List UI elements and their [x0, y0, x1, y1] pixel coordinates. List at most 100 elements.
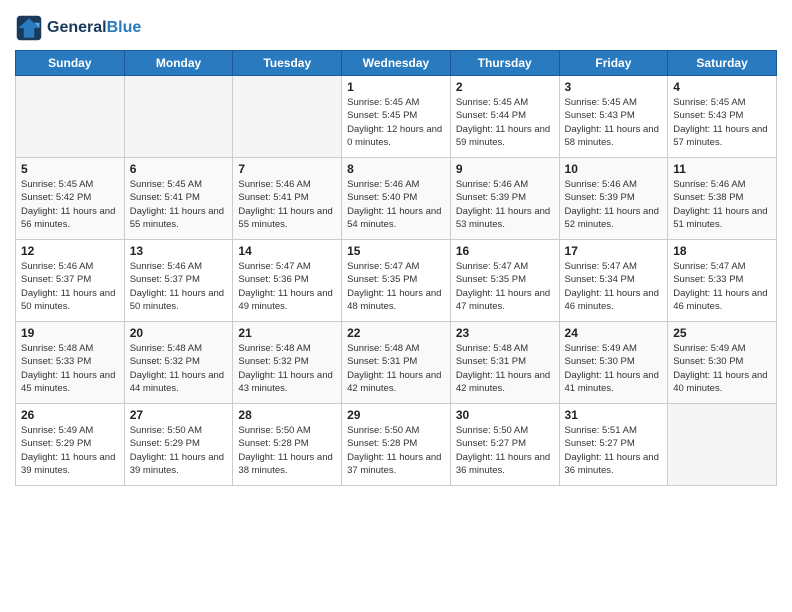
calendar-cell: 4 Sunrise: 5:45 AMSunset: 5:43 PMDaylight…	[668, 76, 777, 158]
calendar-cell: 2 Sunrise: 5:45 AMSunset: 5:44 PMDaylight…	[450, 76, 559, 158]
day-detail: Sunrise: 5:47 AMSunset: 5:35 PMDaylight:…	[347, 260, 445, 313]
day-number: 24	[565, 326, 663, 340]
calendar-week-2: 12 Sunrise: 5:46 AMSunset: 5:37 PMDayligh…	[16, 240, 777, 322]
day-detail: Sunrise: 5:45 AMSunset: 5:44 PMDaylight:…	[456, 96, 554, 149]
day-number: 11	[673, 162, 771, 176]
calendar-cell: 29 Sunrise: 5:50 AMSunset: 5:28 PMDayligh…	[342, 404, 451, 486]
day-detail: Sunrise: 5:45 AMSunset: 5:43 PMDaylight:…	[673, 96, 771, 149]
day-number: 8	[347, 162, 445, 176]
calendar-cell	[124, 76, 233, 158]
day-detail: Sunrise: 5:46 AMSunset: 5:37 PMDaylight:…	[21, 260, 119, 313]
weekday-header-saturday: Saturday	[668, 51, 777, 76]
day-number: 19	[21, 326, 119, 340]
logo: GeneralBlue	[15, 14, 141, 42]
calendar-cell: 11 Sunrise: 5:46 AMSunset: 5:38 PMDayligh…	[668, 158, 777, 240]
day-number: 4	[673, 80, 771, 94]
day-number: 17	[565, 244, 663, 258]
calendar-cell: 27 Sunrise: 5:50 AMSunset: 5:29 PMDayligh…	[124, 404, 233, 486]
day-detail: Sunrise: 5:51 AMSunset: 5:27 PMDaylight:…	[565, 424, 663, 477]
day-number: 1	[347, 80, 445, 94]
day-detail: Sunrise: 5:50 AMSunset: 5:28 PMDaylight:…	[347, 424, 445, 477]
weekday-header-thursday: Thursday	[450, 51, 559, 76]
calendar-cell: 21 Sunrise: 5:48 AMSunset: 5:32 PMDayligh…	[233, 322, 342, 404]
weekday-header-sunday: Sunday	[16, 51, 125, 76]
calendar-table: SundayMondayTuesdayWednesdayThursdayFrid…	[15, 50, 777, 486]
day-number: 26	[21, 408, 119, 422]
logo-text: GeneralBlue	[47, 18, 141, 37]
day-number: 6	[130, 162, 228, 176]
day-number: 10	[565, 162, 663, 176]
day-detail: Sunrise: 5:48 AMSunset: 5:31 PMDaylight:…	[456, 342, 554, 395]
calendar-cell: 23Sunrise: 5:48 AMSunset: 5:31 PMDayligh…	[450, 322, 559, 404]
main-container: GeneralBlue SundayMondayTuesdayWednesday…	[0, 0, 792, 491]
calendar-cell: 12 Sunrise: 5:46 AMSunset: 5:37 PMDayligh…	[16, 240, 125, 322]
day-number: 12	[21, 244, 119, 258]
calendar-cell: 1 Sunrise: 5:45 AMSunset: 5:45 PMDaylight…	[342, 76, 451, 158]
calendar-cell: 22Sunrise: 5:48 AMSunset: 5:31 PMDayligh…	[342, 322, 451, 404]
calendar-cell: 10 Sunrise: 5:46 AMSunset: 5:39 PMDayligh…	[559, 158, 668, 240]
calendar-cell: 9 Sunrise: 5:46 AMSunset: 5:39 PMDaylight…	[450, 158, 559, 240]
day-detail: Sunrise: 5:50 AMSunset: 5:29 PMDaylight:…	[130, 424, 228, 477]
day-detail: Sunrise: 5:45 AMSunset: 5:45 PMDaylight:…	[347, 96, 445, 149]
calendar-cell: 18 Sunrise: 5:47 AMSunset: 5:33 PMDayligh…	[668, 240, 777, 322]
calendar-cell: 25 Sunrise: 5:49 AMSunset: 5:30 PMDayligh…	[668, 322, 777, 404]
weekday-header-row: SundayMondayTuesdayWednesdayThursdayFrid…	[16, 51, 777, 76]
day-number: 3	[565, 80, 663, 94]
day-detail: Sunrise: 5:47 AMSunset: 5:33 PMDaylight:…	[673, 260, 771, 313]
header: GeneralBlue	[15, 10, 777, 42]
calendar-cell: 19 Sunrise: 5:48 AMSunset: 5:33 PMDayligh…	[16, 322, 125, 404]
day-number: 20	[130, 326, 228, 340]
day-number: 2	[456, 80, 554, 94]
calendar-cell: 16 Sunrise: 5:47 AMSunset: 5:35 PMDayligh…	[450, 240, 559, 322]
day-number: 9	[456, 162, 554, 176]
calendar-cell	[16, 76, 125, 158]
day-detail: Sunrise: 5:50 AMSunset: 5:28 PMDaylight:…	[238, 424, 336, 477]
calendar-week-3: 19 Sunrise: 5:48 AMSunset: 5:33 PMDayligh…	[16, 322, 777, 404]
day-detail: Sunrise: 5:47 AMSunset: 5:35 PMDaylight:…	[456, 260, 554, 313]
calendar-cell: 7 Sunrise: 5:46 AMSunset: 5:41 PMDaylight…	[233, 158, 342, 240]
calendar-cell	[233, 76, 342, 158]
day-number: 28	[238, 408, 336, 422]
day-detail: Sunrise: 5:48 AMSunset: 5:31 PMDaylight:…	[347, 342, 445, 395]
calendar-cell: 26Sunrise: 5:49 AMSunset: 5:29 PMDayligh…	[16, 404, 125, 486]
day-number: 5	[21, 162, 119, 176]
weekday-header-monday: Monday	[124, 51, 233, 76]
day-detail: Sunrise: 5:45 AMSunset: 5:43 PMDaylight:…	[565, 96, 663, 149]
day-detail: Sunrise: 5:46 AMSunset: 5:37 PMDaylight:…	[130, 260, 228, 313]
day-detail: Sunrise: 5:45 AMSunset: 5:42 PMDaylight:…	[21, 178, 119, 231]
day-detail: Sunrise: 5:46 AMSunset: 5:38 PMDaylight:…	[673, 178, 771, 231]
day-detail: Sunrise: 5:46 AMSunset: 5:39 PMDaylight:…	[565, 178, 663, 231]
weekday-header-tuesday: Tuesday	[233, 51, 342, 76]
day-detail: Sunrise: 5:47 AMSunset: 5:36 PMDaylight:…	[238, 260, 336, 313]
day-number: 21	[238, 326, 336, 340]
day-number: 27	[130, 408, 228, 422]
day-number: 25	[673, 326, 771, 340]
calendar-cell: 5 Sunrise: 5:45 AMSunset: 5:42 PMDaylight…	[16, 158, 125, 240]
day-detail: Sunrise: 5:49 AMSunset: 5:30 PMDaylight:…	[565, 342, 663, 395]
weekday-header-friday: Friday	[559, 51, 668, 76]
day-detail: Sunrise: 5:49 AMSunset: 5:30 PMDaylight:…	[673, 342, 771, 395]
day-detail: Sunrise: 5:48 AMSunset: 5:33 PMDaylight:…	[21, 342, 119, 395]
calendar-cell: 15Sunrise: 5:47 AMSunset: 5:35 PMDayligh…	[342, 240, 451, 322]
day-detail: Sunrise: 5:46 AMSunset: 5:41 PMDaylight:…	[238, 178, 336, 231]
day-detail: Sunrise: 5:50 AMSunset: 5:27 PMDaylight:…	[456, 424, 554, 477]
day-detail: Sunrise: 5:46 AMSunset: 5:40 PMDaylight:…	[347, 178, 445, 231]
calendar-cell: 20Sunrise: 5:48 AMSunset: 5:32 PMDayligh…	[124, 322, 233, 404]
calendar-cell: 3 Sunrise: 5:45 AMSunset: 5:43 PMDaylight…	[559, 76, 668, 158]
day-number: 16	[456, 244, 554, 258]
day-number: 7	[238, 162, 336, 176]
calendar-cell: 30Sunrise: 5:50 AMSunset: 5:27 PMDayligh…	[450, 404, 559, 486]
calendar-cell: 14 Sunrise: 5:47 AMSunset: 5:36 PMDayligh…	[233, 240, 342, 322]
day-number: 18	[673, 244, 771, 258]
weekday-header-wednesday: Wednesday	[342, 51, 451, 76]
day-detail: Sunrise: 5:45 AMSunset: 5:41 PMDaylight:…	[130, 178, 228, 231]
day-detail: Sunrise: 5:46 AMSunset: 5:39 PMDaylight:…	[456, 178, 554, 231]
day-detail: Sunrise: 5:48 AMSunset: 5:32 PMDaylight:…	[238, 342, 336, 395]
calendar-cell: 6 Sunrise: 5:45 AMSunset: 5:41 PMDaylight…	[124, 158, 233, 240]
day-detail: Sunrise: 5:47 AMSunset: 5:34 PMDaylight:…	[565, 260, 663, 313]
day-number: 29	[347, 408, 445, 422]
day-number: 14	[238, 244, 336, 258]
calendar-cell: 24 Sunrise: 5:49 AMSunset: 5:30 PMDayligh…	[559, 322, 668, 404]
calendar-cell: 13Sunrise: 5:46 AMSunset: 5:37 PMDayligh…	[124, 240, 233, 322]
calendar-cell	[668, 404, 777, 486]
